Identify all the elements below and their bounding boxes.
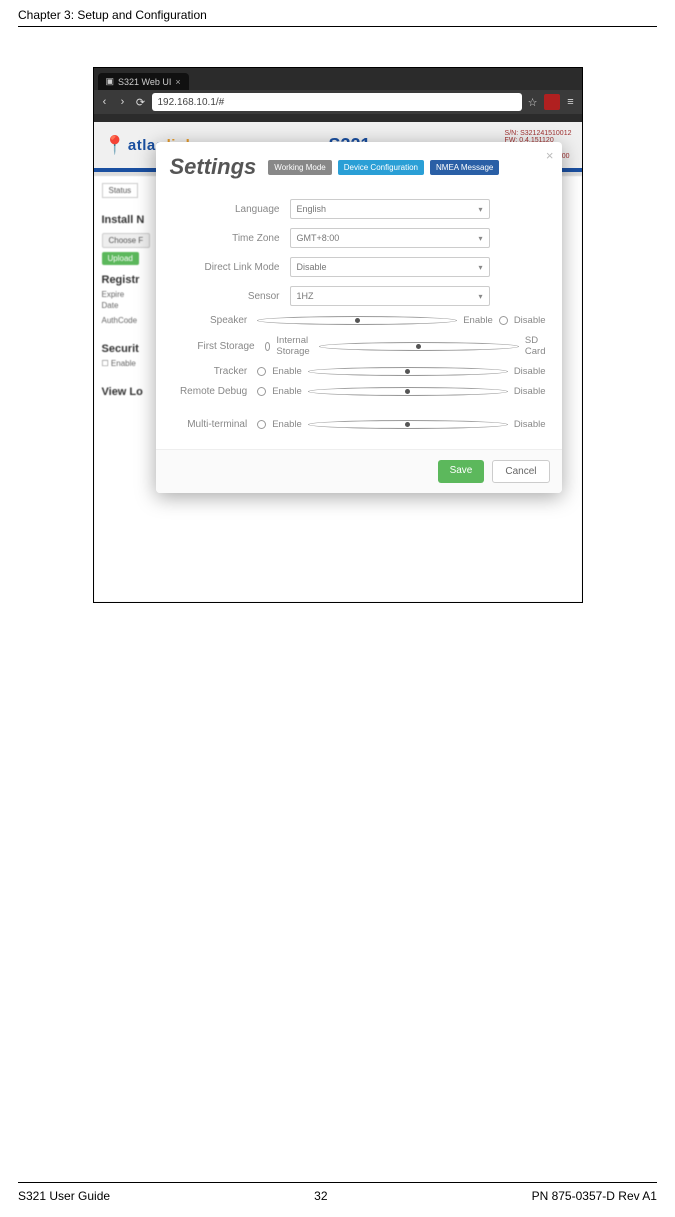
label-tracker: Tracker: [172, 366, 258, 377]
select-directlink-value: Disable: [297, 262, 327, 272]
select-sensor[interactable]: 1HZ ▾: [290, 286, 490, 306]
choose-file-button[interactable]: Choose F: [102, 233, 151, 248]
row-directlink: Direct Link Mode Disable ▾: [172, 257, 546, 277]
opt-enable: Enable: [463, 315, 493, 326]
label-firststorage: First Storage: [172, 341, 265, 352]
address-text: 192.168.10.1/#: [158, 97, 225, 108]
select-timezone-value: GMT+8:00: [297, 233, 340, 243]
row-language: Language English ▾: [172, 199, 546, 219]
row-sensor: Sensor 1HZ ▾: [172, 286, 546, 306]
pin-icon: 📍: [104, 135, 126, 156]
opt-disable: Disable: [514, 315, 546, 326]
radio-storage-sdcard[interactable]: [319, 342, 519, 351]
label-directlink: Direct Link Mode: [172, 262, 290, 273]
modal-footer: Save Cancel: [156, 449, 562, 493]
radio-remotedebug-disable[interactable]: [308, 387, 508, 396]
back-icon[interactable]: ‹: [98, 95, 112, 109]
radio-multiterminal-disable[interactable]: [308, 420, 508, 429]
radio-storage-internal[interactable]: [265, 342, 271, 351]
menu-icon[interactable]: ≡: [564, 95, 578, 109]
radio-tracker-enable[interactable]: [257, 367, 266, 376]
info-sn: S/N: S321241510012: [505, 130, 572, 138]
modal-title: Settings: [170, 154, 257, 180]
cancel-button[interactable]: Cancel: [492, 460, 549, 483]
page-footer: S321 User Guide 32 PN 875-0357-D Rev A1: [18, 1182, 657, 1203]
settings-modal: × Settings Working Mode Device Configura…: [156, 142, 562, 493]
select-language-value: English: [297, 204, 327, 214]
radio-tracker-disable[interactable]: [308, 367, 508, 376]
modal-close-icon[interactable]: ×: [546, 148, 554, 163]
row-multiterminal: Multi-terminal Enable Disable: [172, 419, 546, 430]
row-tracker: Tracker Enable Disable: [172, 366, 546, 377]
address-bar[interactable]: 192.168.10.1/#: [152, 93, 522, 111]
opt-disable: Disable: [514, 366, 546, 377]
browser-toolbar: ‹ › ⟳ 192.168.10.1/# ☆ ≡: [94, 90, 582, 114]
radio-speaker-enable[interactable]: [257, 316, 457, 325]
tab-working-mode[interactable]: Working Mode: [268, 160, 331, 175]
tab-title: S321 Web UI: [118, 77, 171, 87]
browser-tab[interactable]: ▣ S321 Web UI ×: [98, 73, 189, 90]
opt-enable: Enable: [272, 419, 302, 430]
radio-speaker-disable[interactable]: [499, 316, 508, 325]
globe-icon: ▣: [106, 76, 115, 87]
select-directlink[interactable]: Disable ▾: [290, 257, 490, 277]
label-multiterminal: Multi-terminal: [172, 419, 258, 430]
caret-icon: ▾: [478, 263, 482, 272]
radio-remotedebug-enable[interactable]: [257, 387, 266, 396]
opt-disable: Disable: [514, 386, 546, 397]
row-firststorage: First Storage Internal Storage SD Card: [172, 335, 546, 357]
radio-multiterminal-enable[interactable]: [257, 420, 266, 429]
label-language: Language: [172, 204, 290, 215]
upload-button[interactable]: Upload: [102, 252, 139, 265]
label-sensor: Sensor: [172, 291, 290, 302]
modal-header: Settings Working Mode Device Configurati…: [156, 142, 562, 190]
caret-icon: ▾: [478, 234, 482, 243]
footer-page-number: 32: [314, 1189, 327, 1203]
opt-enable: Enable: [272, 366, 302, 377]
opt-disable: Disable: [514, 419, 546, 430]
screenshot-figure: ▣ S321 Web UI × ‹ › ⟳ 192.168.10.1/# ☆ ≡: [93, 67, 583, 603]
star-icon[interactable]: ☆: [526, 95, 540, 109]
settings-form: Language English ▾ Time Zone GMT+8:00 ▾: [156, 199, 562, 449]
footer-right: PN 875-0357-D Rev A1: [532, 1189, 657, 1203]
caret-icon: ▾: [478, 292, 482, 301]
browser-window: ▣ S321 Web UI × ‹ › ⟳ 192.168.10.1/# ☆ ≡: [93, 67, 583, 603]
select-sensor-value: 1HZ: [297, 291, 314, 301]
save-button[interactable]: Save: [438, 460, 485, 483]
footer-left: S321 User Guide: [18, 1189, 110, 1203]
select-timezone[interactable]: GMT+8:00 ▾: [290, 228, 490, 248]
forward-icon[interactable]: ›: [116, 95, 130, 109]
opt-enable: Enable: [272, 386, 302, 397]
tab-close-icon[interactable]: ×: [175, 77, 180, 87]
pdf-plugin-icon[interactable]: [544, 94, 560, 110]
browser-tab-strip: ▣ S321 Web UI ×: [94, 68, 582, 90]
label-timezone: Time Zone: [172, 233, 290, 244]
opt-sdcard: SD Card: [525, 335, 546, 357]
bookmark-bar: [94, 114, 582, 122]
row-speaker: Speaker Enable Disable: [172, 315, 546, 326]
status-tab[interactable]: Status: [102, 183, 139, 198]
opt-internal: Internal Storage: [276, 335, 313, 357]
tab-nmea-message[interactable]: NMEA Message: [430, 160, 499, 175]
label-remotedebug: Remote Debug: [172, 386, 258, 397]
label-speaker: Speaker: [172, 315, 258, 326]
tab-device-configuration[interactable]: Device Configuration: [338, 160, 424, 175]
select-language[interactable]: English ▾: [290, 199, 490, 219]
caret-icon: ▾: [478, 205, 482, 214]
row-remotedebug: Remote Debug Enable Disable: [172, 386, 546, 397]
chapter-header: Chapter 3: Setup and Configuration: [18, 8, 657, 27]
page-content: 📍 atlas link S321 S/N: S321241510012 FW:…: [94, 122, 582, 602]
reload-icon[interactable]: ⟳: [134, 95, 148, 109]
row-timezone: Time Zone GMT+8:00 ▾: [172, 228, 546, 248]
